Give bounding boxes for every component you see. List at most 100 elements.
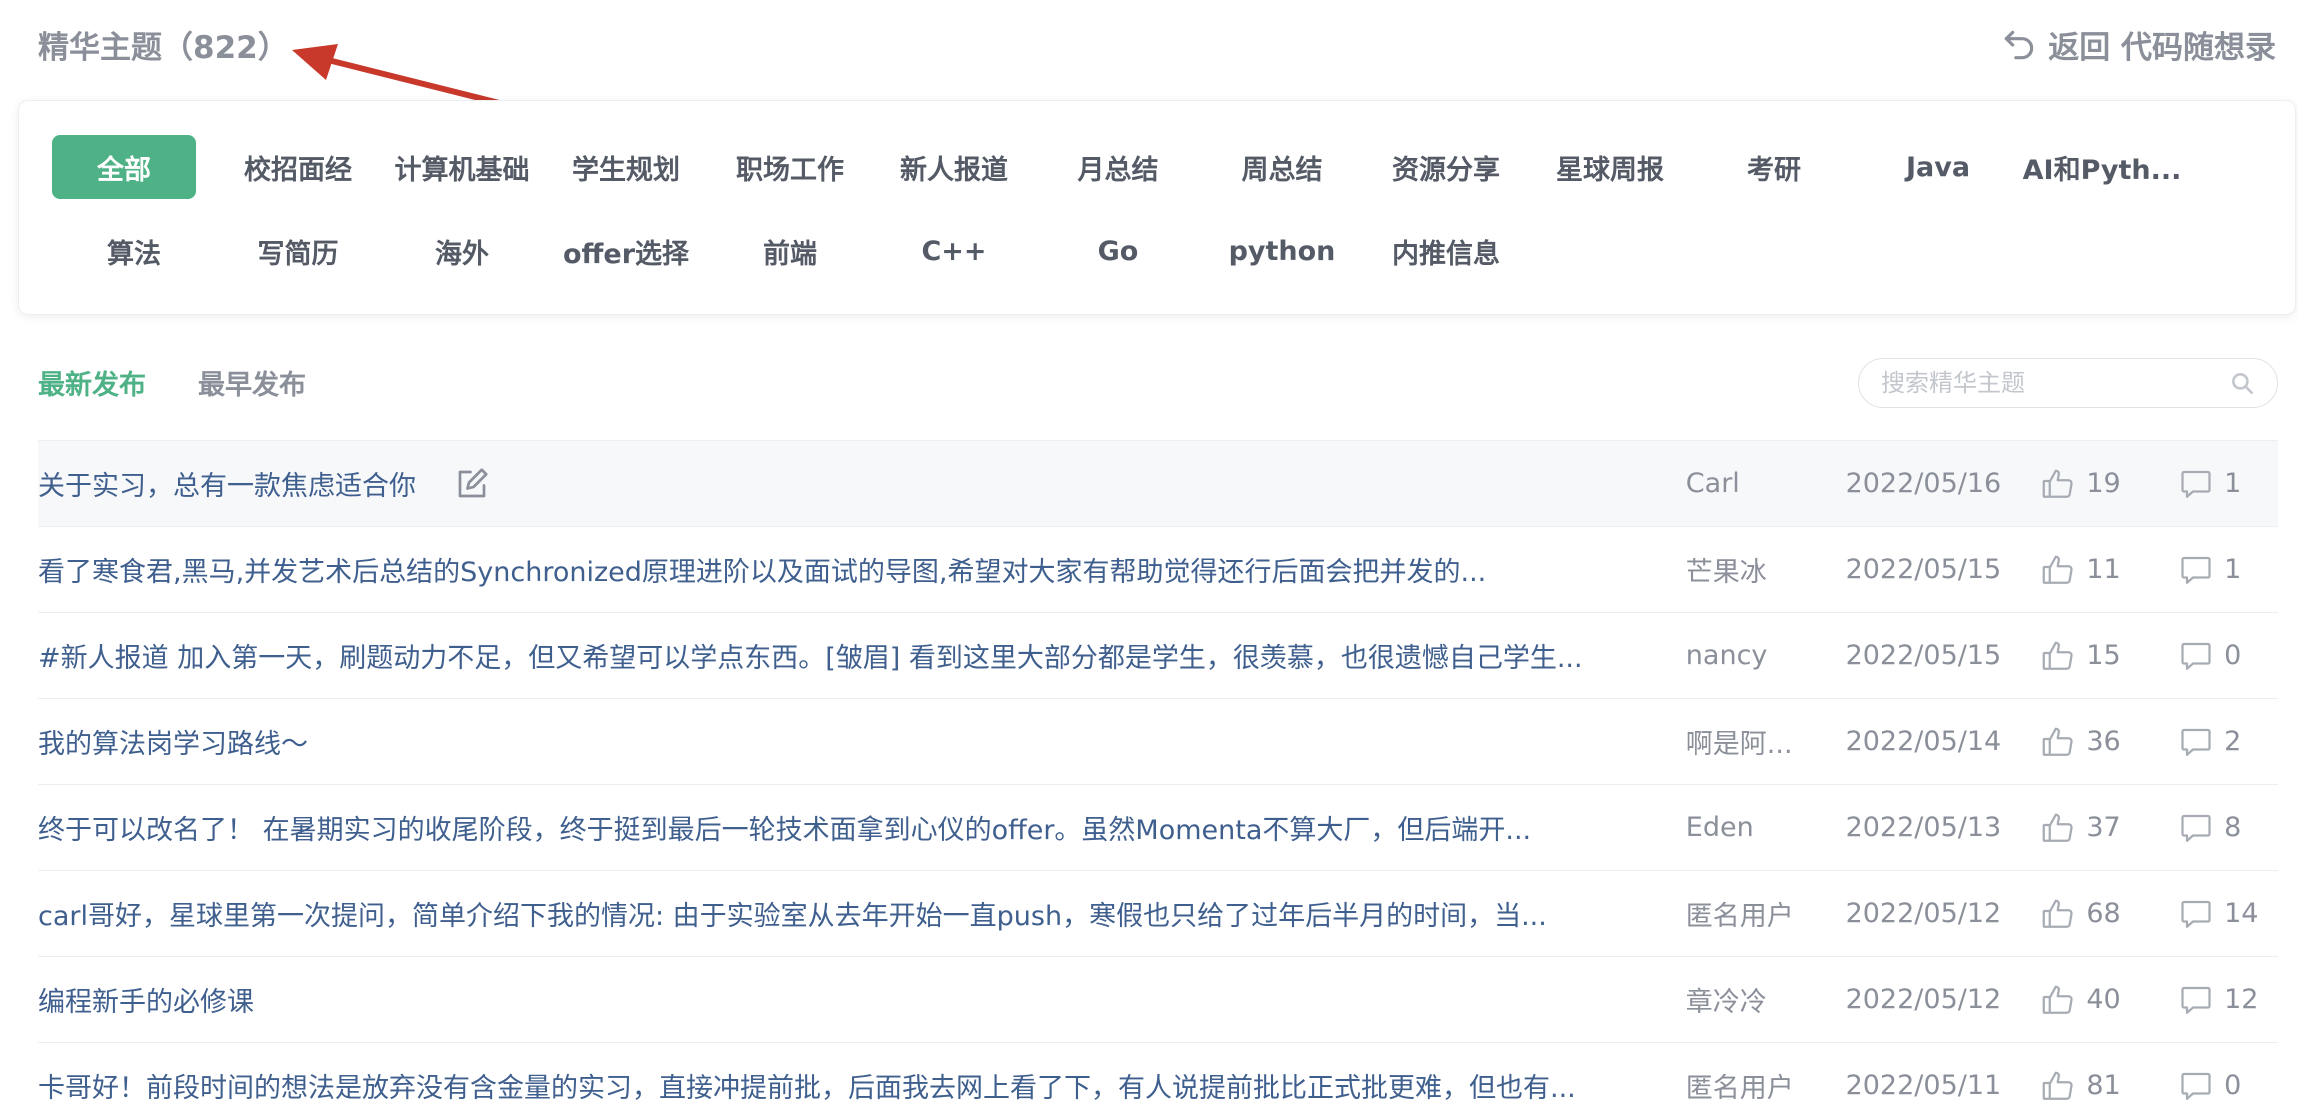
topic-comments[interactable]: 2: [2178, 724, 2278, 760]
category-tab[interactable]: AI和Pyth...: [2020, 135, 2184, 199]
thumbs-up-icon[interactable]: [2040, 896, 2076, 932]
topic-likes[interactable]: 36: [2040, 724, 2178, 760]
topic-row[interactable]: 卡哥好！前段时间的想法是放弃没有含金量的实习，直接冲提前批，后面我去网上看了下，…: [38, 1042, 2278, 1120]
comment-count: 0: [2224, 640, 2242, 671]
category-tab[interactable]: 周总结: [1200, 135, 1364, 199]
topic-comments[interactable]: 0: [2178, 638, 2278, 674]
category-tab[interactable]: 前端: [708, 219, 872, 283]
topic-author: Eden: [1685, 812, 1754, 843]
category-tab[interactable]: python: [1200, 219, 1364, 283]
category-tab[interactable]: offer选择: [544, 219, 708, 283]
category-tab[interactable]: 海外: [380, 219, 544, 283]
topic-row[interactable]: carl哥好，星球里第一次提问，简单介绍下我的情况: 由于实验室从去年开始一直p…: [38, 870, 2278, 956]
thumbs-up-icon[interactable]: [2040, 1068, 2076, 1104]
topic-author: 匿名用户: [1685, 901, 1794, 932]
category-tab[interactable]: 星球周报: [1528, 135, 1692, 199]
category-tab[interactable]: 资源分享: [1364, 135, 1528, 199]
category-tab[interactable]: Go: [1036, 219, 1200, 283]
topic-likes[interactable]: 81: [2040, 1068, 2178, 1104]
topic-title[interactable]: 终于可以改名了！ 在暑期实习的收尾阶段，终于挺到最后一轮技术面拿到心仪的offe…: [38, 808, 1531, 847]
topic-title[interactable]: #新人报道 加入第一天，刷题动力不足，但又希望可以学点东西。[皱眉] 看到这里大…: [38, 636, 1583, 675]
thumbs-up-icon[interactable]: [2040, 982, 2076, 1018]
comment-icon[interactable]: [2178, 466, 2214, 502]
topic-date: 2022/05/11: [1845, 1070, 2002, 1101]
category-tab[interactable]: 新人报道: [872, 135, 1036, 199]
topic-title-cell[interactable]: 关于实习，总有一款焦虑适合你: [38, 464, 1686, 503]
topic-title[interactable]: carl哥好，星球里第一次提问，简单介绍下我的情况: 由于实验室从去年开始一直p…: [38, 894, 1547, 933]
topic-title-cell[interactable]: 我的算法岗学习路线～: [38, 722, 1686, 761]
comment-count: 2: [2224, 726, 2242, 757]
sort-tab-newest[interactable]: 最新发布: [38, 363, 146, 402]
topic-comments[interactable]: 14: [2178, 896, 2278, 932]
topic-likes[interactable]: 68: [2040, 896, 2178, 932]
thumbs-up-icon[interactable]: [2040, 466, 2076, 502]
comment-icon[interactable]: [2178, 810, 2214, 846]
category-tab[interactable]: 考研: [1692, 135, 1856, 199]
topic-likes[interactable]: 19: [2040, 466, 2178, 502]
like-count: 68: [2086, 898, 2121, 929]
topic-row[interactable]: 关于实习，总有一款焦虑适合你 Carl 2022/05/16 19 1: [38, 440, 2278, 526]
thumbs-up-icon[interactable]: [2040, 638, 2076, 674]
category-grid: 全部 校招面经 计算机基础 学生规划 职场工作 新人报道 月总结 周总结 资源分享 星球周报 考研 J…: [52, 135, 2184, 283]
category-tab[interactable]: 学生规划: [544, 135, 708, 199]
topic-row[interactable]: 终于可以改名了！ 在暑期实习的收尾阶段，终于挺到最后一轮技术面拿到心仪的offe…: [38, 784, 2278, 870]
category-tab[interactable]: C++: [872, 219, 1036, 283]
like-count: 40: [2086, 984, 2121, 1015]
search-icon[interactable]: [2229, 370, 2255, 396]
sort-tab-oldest[interactable]: 最早发布: [198, 363, 306, 402]
comment-icon[interactable]: [2178, 552, 2214, 588]
topic-title-cell[interactable]: 看了寒食君,黑马,并发艺术后总结的Synchronized原理进阶以及面试的导图…: [38, 550, 1686, 589]
thumbs-up-icon[interactable]: [2040, 552, 2076, 588]
category-tab[interactable]: 内推信息: [1364, 219, 1528, 283]
back-link-label: 返回 代码随想录: [2048, 30, 2276, 66]
category-tab[interactable]: 职场工作: [708, 135, 872, 199]
topic-row[interactable]: #新人报道 加入第一天，刷题动力不足，但又希望可以学点东西。[皱眉] 看到这里大…: [38, 612, 2278, 698]
topic-title[interactable]: 关于实习，总有一款焦虑适合你: [38, 464, 416, 503]
topic-row[interactable]: 看了寒食君,黑马,并发艺术后总结的Synchronized原理进阶以及面试的导图…: [38, 526, 2278, 612]
topic-title[interactable]: 看了寒食君,黑马,并发艺术后总结的Synchronized原理进阶以及面试的导图…: [38, 550, 1486, 589]
category-tab[interactable]: 写简历: [216, 219, 380, 283]
topic-title[interactable]: 我的算法岗学习路线～: [38, 722, 308, 761]
topic-comments[interactable]: 1: [2178, 466, 2278, 502]
comment-icon[interactable]: [2178, 896, 2214, 932]
topic-comments[interactable]: 12: [2178, 982, 2278, 1018]
topic-date: 2022/05/15: [1845, 640, 2002, 671]
comment-icon[interactable]: [2178, 1068, 2214, 1104]
thumbs-up-icon[interactable]: [2040, 724, 2076, 760]
like-count: 37: [2086, 812, 2121, 843]
topic-row[interactable]: 编程新手的必修课 章冷冷 2022/05/12 40 12: [38, 956, 2278, 1042]
category-tab[interactable]: 月总结: [1036, 135, 1200, 199]
topic-title[interactable]: 编程新手的必修课: [38, 980, 254, 1019]
comment-icon[interactable]: [2178, 982, 2214, 1018]
comment-count: 0: [2224, 1070, 2242, 1101]
topic-likes[interactable]: 37: [2040, 810, 2178, 846]
page: 精华主题（822） 返回 代码随想录 全部 校招面经 计算机基础 学生规划 职场工作 新人…: [0, 0, 2298, 1120]
topic-title[interactable]: 卡哥好！前段时间的想法是放弃没有含金量的实习，直接冲提前批，后面我去网上看了下，…: [38, 1066, 1576, 1105]
topic-title-cell[interactable]: carl哥好，星球里第一次提问，简单介绍下我的情况: 由于实验室从去年开始一直p…: [38, 894, 1686, 933]
search-input[interactable]: [1881, 369, 2229, 397]
edit-icon[interactable]: [454, 466, 490, 502]
category-tab[interactable]: 校招面经: [216, 135, 380, 199]
topic-comments[interactable]: 8: [2178, 810, 2278, 846]
topic-title-cell[interactable]: 终于可以改名了！ 在暑期实习的收尾阶段，终于挺到最后一轮技术面拿到心仪的offe…: [38, 808, 1686, 847]
topic-title-cell[interactable]: 编程新手的必修课: [38, 980, 1686, 1019]
category-tab[interactable]: 计算机基础: [380, 135, 544, 199]
category-tab[interactable]: 全部: [52, 135, 196, 199]
topic-row[interactable]: 我的算法岗学习路线～ 啊是阿... 2022/05/14 36 2: [38, 698, 2278, 784]
back-link[interactable]: 返回 代码随想录: [2000, 22, 2276, 67]
comment-icon[interactable]: [2178, 724, 2214, 760]
category-tab[interactable]: 算法: [52, 219, 216, 283]
topic-comments[interactable]: 0: [2178, 1068, 2278, 1104]
category-tab[interactable]: Java: [1856, 135, 2020, 199]
topic-date: 2022/05/13: [1845, 812, 2002, 843]
topic-comments[interactable]: 1: [2178, 552, 2278, 588]
topic-title-cell[interactable]: 卡哥好！前段时间的想法是放弃没有含金量的实习，直接冲提前批，后面我去网上看了下，…: [38, 1066, 1686, 1105]
topic-author: 匿名用户: [1685, 1073, 1794, 1104]
thumbs-up-icon[interactable]: [2040, 810, 2076, 846]
topic-title-cell[interactable]: #新人报道 加入第一天，刷题动力不足，但又希望可以学点东西。[皱眉] 看到这里大…: [38, 636, 1686, 675]
sort-tabs: 最新发布 最早发布: [38, 363, 306, 402]
topic-likes[interactable]: 11: [2040, 552, 2178, 588]
topic-likes[interactable]: 15: [2040, 638, 2178, 674]
comment-icon[interactable]: [2178, 638, 2214, 674]
topic-likes[interactable]: 40: [2040, 982, 2178, 1018]
